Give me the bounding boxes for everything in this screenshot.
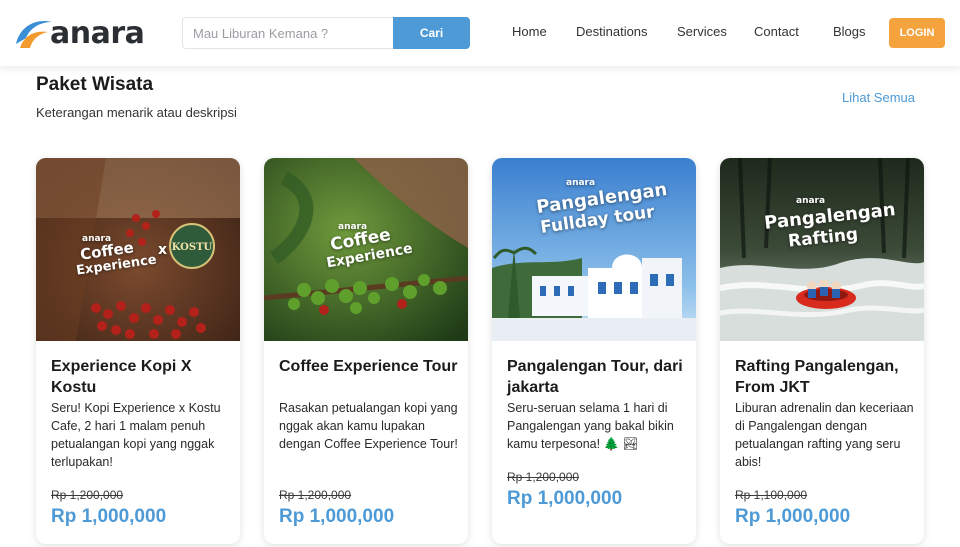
package-title: Pangalengan Tour, dari jakarta <box>507 358 683 396</box>
package-price: Rp 1,000,000 <box>279 506 395 527</box>
brand-logo[interactable]: anara <box>14 14 145 52</box>
package-old-price: Rp 1,200,000 <box>279 488 352 502</box>
package-description: Rasakan petualangan kopi yang nggak akan… <box>279 401 458 451</box>
navbar: anara Cari Home Destinations Services Co… <box>0 0 960 66</box>
section-description: Keterangan menarik atau deskripsi <box>36 105 237 120</box>
image-brand-text: anara <box>566 178 596 188</box>
package-price: Rp 1,000,000 <box>51 506 167 527</box>
login-button[interactable]: LOGIN <box>889 18 945 48</box>
package-card[interactable]: anara Pangalengan Fullday tour Pangaleng… <box>492 158 696 544</box>
package-description: Liburan adrenalin dan keceriaan di Panga… <box>735 401 914 469</box>
nav-home[interactable]: Home <box>512 24 547 39</box>
package-title: Coffee Experience Tour <box>279 358 458 375</box>
package-card[interactable]: anara Pangalengan Rafting Rafting Pangal… <box>720 158 924 544</box>
package-description: Seru! Kopi Experience x Kostu Cafe, 2 ha… <box>51 401 221 469</box>
package-image: anara Coffee Experience <box>264 158 468 341</box>
brand-name: anara <box>50 15 145 51</box>
kostu-badge-text: KOSTU <box>172 242 213 253</box>
see-all-link[interactable]: Lihat Semua <box>842 90 915 105</box>
package-description: Seru-seruan selama 1 hari di Pangalengan… <box>507 401 674 451</box>
package-image: KOSTU anara Coffee Experience x <box>36 158 240 341</box>
search-bar: Cari <box>182 17 470 49</box>
package-price: Rp 1,000,000 <box>735 506 851 527</box>
brand-swoosh-icon <box>16 20 52 48</box>
package-old-price: Rp 1,200,000 <box>51 488 124 502</box>
package-card[interactable]: anara Coffee Experience Coffee Experienc… <box>264 158 468 544</box>
search-input[interactable] <box>182 17 393 49</box>
package-price: Rp 1,000,000 <box>507 488 623 509</box>
package-old-price: Rp 1,100,000 <box>735 488 808 502</box>
nav-contact[interactable]: Contact <box>754 24 799 39</box>
search-button[interactable]: Cari <box>393 17 470 49</box>
package-card[interactable]: KOSTU anara Coffee Experience x Experien… <box>36 158 240 544</box>
package-title: Experience Kopi X Kostu <box>51 358 192 396</box>
nav-blogs[interactable]: Blogs <box>833 24 866 39</box>
image-collab-x: x <box>158 242 168 258</box>
nav-services[interactable]: Services <box>677 24 727 39</box>
package-title: Rafting Pangalengan, From JKT <box>735 358 899 396</box>
section-title: Paket Wisata <box>36 74 154 95</box>
package-old-price: Rp 1,200,000 <box>507 470 580 484</box>
package-image: anara Pangalengan Fullday tour <box>492 158 696 341</box>
image-brand-text: anara <box>796 196 826 206</box>
package-image: anara Pangalengan Rafting <box>720 158 924 341</box>
nav-destinations[interactable]: Destinations <box>576 24 648 39</box>
